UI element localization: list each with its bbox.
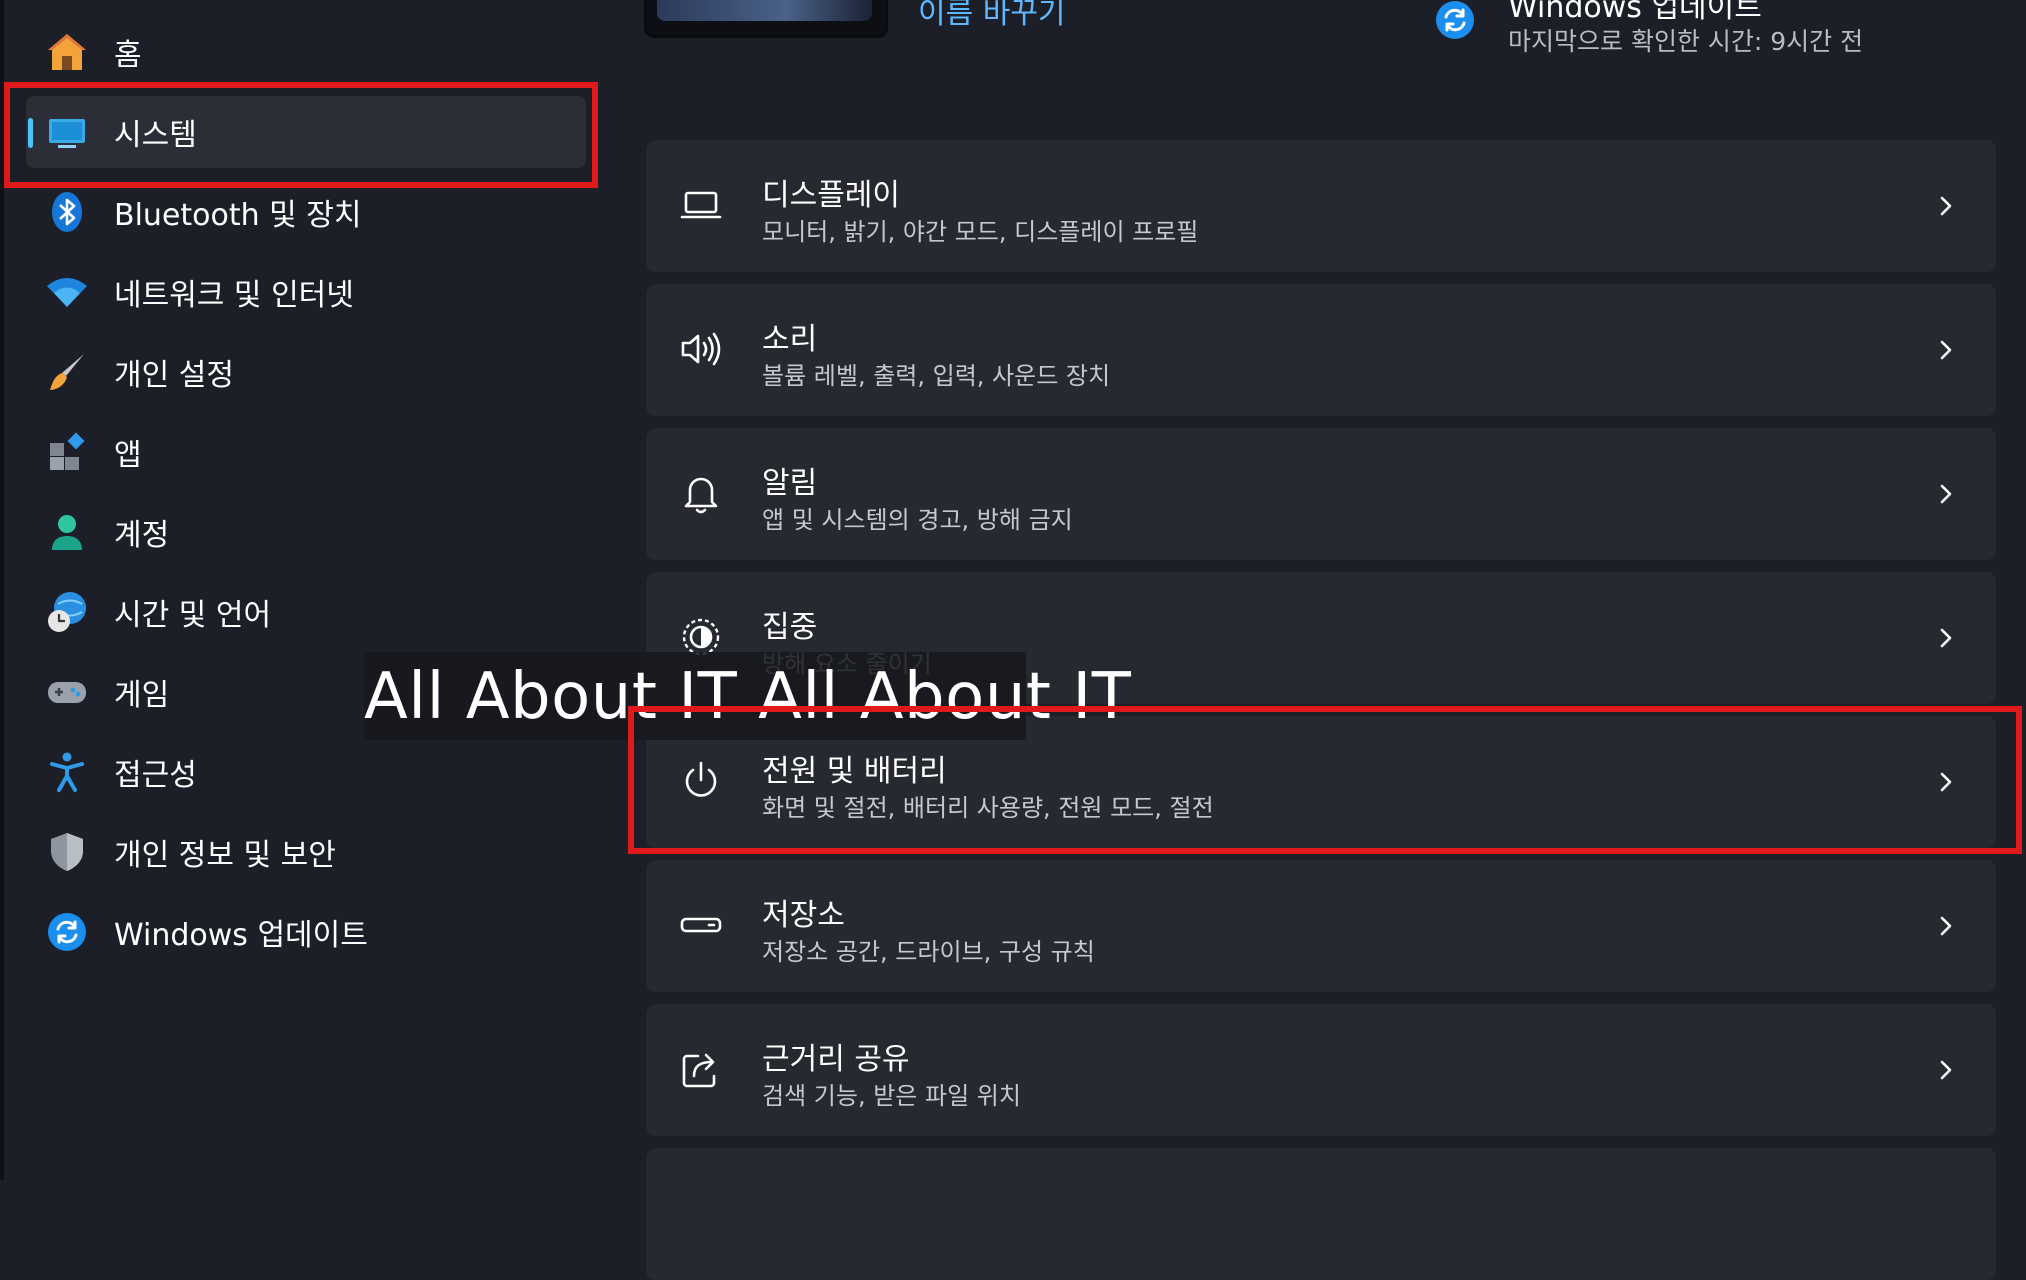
sidebar-item-label: 게임 (114, 678, 170, 713)
power-highlight-box (628, 706, 2022, 854)
update-icon (1436, 1, 1474, 39)
brush-icon (50, 354, 84, 390)
card-subtitle: 저장소 공간, 드라이브, 구성 규칙 (762, 938, 1095, 966)
sidebar-item-label: Windows 업데이트 (114, 918, 368, 953)
card-subtitle: 볼륨 레벨, 출력, 입력, 사운드 장치 (762, 362, 1111, 390)
display-icon (680, 191, 722, 219)
bluetooth-icon (52, 192, 82, 232)
wifi-icon (47, 278, 87, 307)
sidebar-item-windows-update[interactable]: Windows 업데이트 (26, 896, 586, 968)
sidebar-item-label: 계정 (114, 518, 170, 553)
system-highlight-box (4, 82, 598, 188)
sidebar-item-label: 접근성 (114, 758, 197, 793)
more-settings-card[interactable] (646, 1148, 1996, 1280)
speaker-icon (681, 332, 721, 366)
sidebar-item-accessibility[interactable]: 접근성 (26, 736, 586, 808)
chevron-right-icon (1940, 196, 1952, 216)
card-subtitle: 앱 및 시스템의 경고, 방해 금지 (762, 506, 1073, 534)
account-icon (52, 515, 82, 550)
sidebar-item-network[interactable]: 네트워크 및 인터넷 (26, 256, 586, 328)
notifications-settings-card[interactable]: 알림 앱 및 시스템의 경고, 방해 금지 (646, 428, 1996, 560)
card-subtitle: 검색 기능, 받은 파일 위치 (762, 1082, 1021, 1110)
card-title: 근거리 공유 (762, 1042, 910, 1077)
gamepad-icon (48, 682, 86, 703)
card-title: 디스플레이 (762, 178, 900, 213)
card-title: 저장소 (762, 898, 845, 933)
sidebar-item-accounts[interactable]: 계정 (26, 496, 586, 568)
accessibility-icon (50, 752, 84, 792)
display-settings-card[interactable]: 디스플레이 모니터, 밝기, 야간 모드, 디스플레이 프로필 (646, 140, 1996, 272)
sidebar-item-label: 개인 정보 및 보안 (114, 838, 336, 873)
update-icon (48, 913, 86, 951)
sidebar-item-label: 앱 (114, 438, 142, 473)
sidebar-item-home[interactable]: 홈 (26, 16, 586, 88)
apps-icon (50, 432, 85, 470)
storage-icon (680, 917, 722, 933)
chevron-right-icon (1940, 484, 1952, 504)
sidebar-item-label: 네트워크 및 인터넷 (114, 278, 354, 313)
share-icon (682, 1053, 716, 1088)
sound-settings-card[interactable]: 소리 볼륨 레벨, 출력, 입력, 사운드 장치 (646, 284, 1996, 416)
sidebar-item-time-language[interactable]: 시간 및 언어 (26, 576, 586, 648)
rename-link[interactable]: 이름 바꾸기 (918, 0, 1066, 32)
chevron-right-icon (1940, 1060, 1952, 1080)
card-title: 소리 (762, 322, 818, 357)
sidebar-item-label: Bluetooth 및 장치 (114, 198, 362, 233)
chevron-right-icon (1940, 628, 1952, 648)
desktop-thumbnail[interactable] (644, 0, 888, 38)
storage-settings-card[interactable]: 저장소 저장소 공간, 드라이브, 구성 규칙 (646, 860, 1996, 992)
home-icon (48, 34, 86, 70)
time-language-icon (48, 592, 86, 632)
sidebar-item-privacy[interactable]: 개인 정보 및 보안 (26, 816, 586, 888)
settings-window: 이름 바꾸기 Windows 업데이트 마지막으로 확인한 시간: 9시간 전 … (0, 0, 2026, 1280)
card-subtitle: 모니터, 밝기, 야간 모드, 디스플레이 프로필 (762, 218, 1199, 246)
shield-icon (51, 833, 83, 871)
last-checked-text: 마지막으로 확인한 시간: 9시간 전 (1508, 27, 1864, 56)
sidebar-item-label: 시간 및 언어 (114, 598, 272, 633)
chevron-right-icon (1940, 916, 1952, 936)
bell-icon (684, 477, 718, 514)
chevron-right-icon (1940, 340, 1952, 360)
card-title: 알림 (762, 466, 818, 501)
sidebar-item-personalization[interactable]: 개인 설정 (26, 336, 586, 408)
nearby-sharing-settings-card[interactable]: 근거리 공유 검색 기능, 받은 파일 위치 (646, 1004, 1996, 1136)
card-title: 집중 (762, 610, 818, 645)
sidebar-item-apps[interactable]: 앱 (26, 416, 586, 488)
sidebar-item-label: 홈 (114, 38, 142, 73)
sidebar-item-label: 개인 설정 (114, 358, 234, 393)
